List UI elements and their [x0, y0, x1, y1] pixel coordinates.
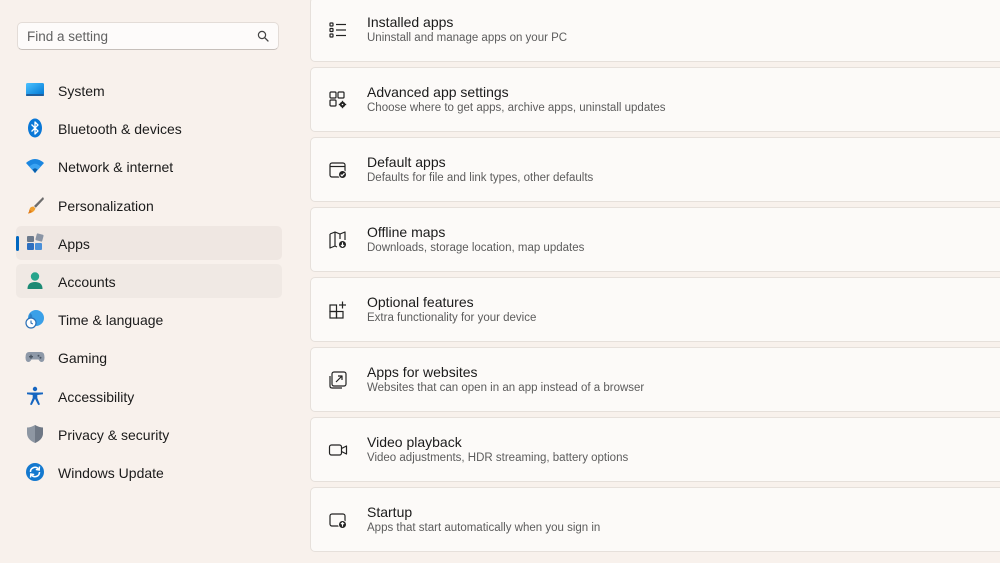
sidebar-item-network[interactable]: Network & internet	[16, 149, 282, 183]
card-startup[interactable]: Startup Apps that start automatically wh…	[310, 487, 1000, 552]
card-description: Uninstall and manage apps on your PC	[367, 32, 568, 44]
map-download-icon	[328, 230, 348, 250]
brush-icon	[25, 195, 45, 215]
search-box[interactable]	[17, 22, 279, 50]
monitor-icon	[25, 80, 45, 100]
wifi-icon	[25, 156, 45, 176]
sidebar-item-privacy[interactable]: Privacy & security	[16, 417, 282, 451]
sidebar: System Bluetooth & devices Network & int…	[0, 0, 300, 563]
card-title: Installed apps	[367, 14, 454, 30]
sidebar-item-label: Windows Update	[58, 464, 164, 481]
sidebar-item-label: Network & internet	[58, 159, 174, 176]
sidebar-item-time-language[interactable]: Time & language	[16, 302, 282, 336]
apps-icon	[25, 233, 45, 253]
sidebar-item-bluetooth[interactable]: Bluetooth & devices	[16, 111, 282, 145]
sidebar-item-accounts[interactable]: Accounts	[16, 263, 282, 298]
sidebar-item-apps[interactable]: Apps	[16, 225, 282, 260]
card-description: Video adjustments, HDR streaming, batter…	[367, 452, 629, 464]
card-description: Choose where to get apps, archive apps, …	[367, 102, 666, 114]
card-advanced-app-settings[interactable]: Advanced app settings Choose where to ge…	[310, 67, 1000, 132]
gamepad-icon	[25, 347, 45, 367]
sidebar-item-personalization[interactable]: Personalization	[16, 188, 282, 222]
window-check-icon	[328, 160, 348, 180]
sidebar-item-windows-update[interactable]: Windows Update	[16, 455, 282, 489]
card-description: Apps that start automatically when you s…	[367, 522, 601, 534]
sidebar-item-label: Bluetooth & devices	[58, 121, 182, 138]
card-title: Default apps	[367, 154, 446, 170]
card-title: Offline maps	[367, 224, 446, 240]
sidebar-item-label: Personalization	[58, 197, 154, 214]
sidebar-item-label: System	[58, 83, 105, 99]
card-title: Apps for websites	[367, 364, 478, 380]
accessibility-icon	[25, 386, 45, 406]
selection-indicator	[16, 235, 19, 251]
update-icon	[25, 462, 45, 482]
sidebar-item-system[interactable]: System	[16, 73, 282, 107]
sidebar-item-label: Accounts	[58, 273, 116, 290]
globe-clock-icon	[25, 309, 45, 329]
sidebar-item-label: Privacy & security	[58, 426, 170, 443]
card-offline-maps[interactable]: Offline maps Downloads, storage location…	[310, 207, 1000, 272]
shield-icon	[25, 424, 45, 444]
card-video-playback[interactable]: Video playback Video adjustments, HDR st…	[310, 417, 1000, 482]
sidebar-item-label: Apps	[58, 235, 90, 252]
search-input[interactable]	[27, 27, 247, 45]
apps-gear-icon	[328, 90, 348, 110]
video-icon	[328, 440, 348, 460]
card-title: Video playback	[367, 434, 462, 450]
sidebar-item-label: Accessibility	[58, 388, 135, 405]
bluetooth-icon	[25, 118, 45, 138]
card-title: Advanced app settings	[367, 84, 509, 100]
list-icon	[328, 20, 348, 40]
startup-icon	[328, 510, 348, 530]
card-description: Websites that can open in an app instead…	[367, 382, 645, 394]
open-link-icon	[328, 370, 348, 390]
card-installed-apps[interactable]: Installed apps Uninstall and manage apps…	[310, 0, 1000, 62]
card-apps-for-websites[interactable]: Apps for websites Websites that can open…	[310, 347, 1000, 412]
person-icon	[25, 271, 45, 291]
sidebar-item-label: Time & language	[58, 312, 164, 329]
card-description: Defaults for file and link types, other …	[367, 172, 594, 184]
card-default-apps[interactable]: Default apps Defaults for file and link …	[310, 137, 1000, 202]
card-description: Extra functionality for your device	[367, 312, 537, 324]
card-optional-features[interactable]: Optional features Extra functionality fo…	[310, 277, 1000, 342]
sidebar-item-accessibility[interactable]: Accessibility	[16, 379, 282, 413]
grid-plus-icon	[328, 300, 348, 320]
card-title: Optional features	[367, 294, 474, 310]
card-description: Downloads, storage location, map updates	[367, 242, 585, 254]
main-content: Installed apps Uninstall and manage apps…	[310, 0, 1000, 563]
sidebar-nav: System Bluetooth & devices Network & int…	[16, 73, 282, 493]
sidebar-item-gaming[interactable]: Gaming	[16, 340, 282, 374]
card-title: Startup	[367, 504, 413, 520]
sidebar-item-label: Gaming	[58, 350, 108, 367]
search-icon[interactable]	[257, 30, 269, 42]
